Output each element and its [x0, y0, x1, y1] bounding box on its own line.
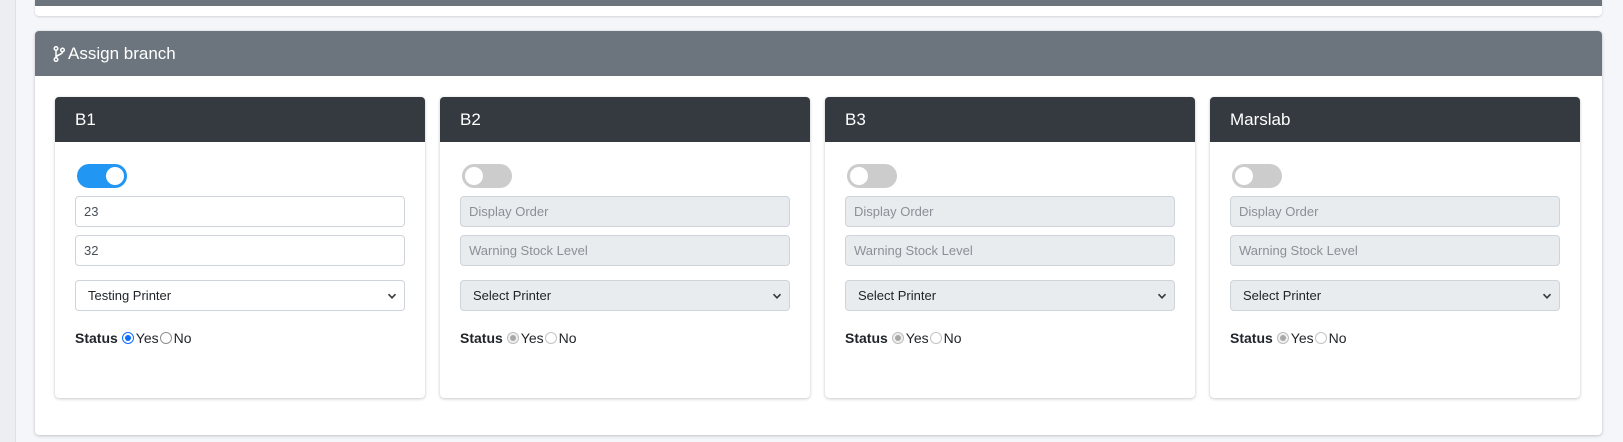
toggle-knob — [850, 167, 868, 185]
printer-select[interactable]: Select Printer — [845, 280, 1175, 311]
status-row: Status Yes No — [845, 330, 1175, 346]
display-order-input[interactable] — [1230, 196, 1560, 227]
status-no-radio[interactable] — [929, 332, 942, 344]
status-yes-label: Yes — [1290, 330, 1314, 346]
status-yes-radio[interactable] — [1276, 332, 1289, 344]
printer-select-value: Select Printer — [460, 280, 790, 311]
status-label: Status — [75, 330, 118, 346]
branch-enable-toggle[interactable] — [77, 164, 127, 188]
branch-name: B1 — [75, 109, 96, 129]
branch-card-b1: B1 Testing Printer Status Yes — [55, 97, 425, 398]
branch-header: B1 — [55, 97, 425, 142]
previous-card-edge — [35, 0, 1602, 16]
status-no-radio[interactable] — [544, 332, 557, 344]
warning-stock-input[interactable] — [845, 235, 1175, 266]
left-gutter — [0, 0, 16, 442]
warning-stock-input[interactable] — [1230, 235, 1560, 266]
display-order-input[interactable] — [845, 196, 1175, 227]
status-yes-radio[interactable] — [121, 332, 134, 344]
status-no-label: No — [558, 330, 577, 346]
status-yes-label: Yes — [905, 330, 929, 346]
printer-select[interactable]: Select Printer — [460, 280, 790, 311]
branch-enable-toggle[interactable] — [847, 164, 897, 188]
chevron-down-icon — [1157, 293, 1167, 299]
printer-select-value: Select Printer — [1230, 280, 1560, 311]
branch-body: Select Printer Status Yes No — [825, 142, 1195, 346]
branch-name: B2 — [460, 109, 481, 129]
status-no-label: No — [1328, 330, 1347, 346]
status-yes-radio[interactable] — [891, 332, 904, 344]
branch-body: Select Printer Status Yes No — [440, 142, 810, 346]
chevron-down-icon — [772, 293, 782, 299]
toggle-knob — [106, 167, 124, 185]
branch-header: B3 — [825, 97, 1195, 142]
status-yes-radio[interactable] — [506, 332, 519, 344]
printer-select[interactable]: Testing Printer — [75, 280, 405, 311]
display-order-input[interactable] — [460, 196, 790, 227]
status-no-label: No — [173, 330, 192, 346]
status-no-radio[interactable] — [1314, 332, 1327, 344]
branch-card-b2: B2 Select Printer Status Yes — [440, 97, 810, 398]
branch-card-marslab: Marslab Select Printer Status Yes — [1210, 97, 1580, 398]
warning-stock-input[interactable] — [75, 235, 405, 266]
assign-branch-header: Assign branch — [35, 31, 1602, 76]
branch-body: Testing Printer Status Yes No — [55, 142, 425, 346]
status-row: Status Yes No — [1230, 330, 1560, 346]
status-label: Status — [1230, 330, 1273, 346]
branch-header: Marslab — [1210, 97, 1580, 142]
status-no-label: No — [943, 330, 962, 346]
printer-select-value: Testing Printer — [75, 280, 405, 311]
status-row: Status Yes No — [75, 330, 405, 346]
warning-stock-input[interactable] — [460, 235, 790, 266]
status-label: Status — [845, 330, 888, 346]
branch-name: B3 — [845, 109, 866, 129]
printer-select-value: Select Printer — [845, 280, 1175, 311]
chevron-down-icon — [387, 293, 397, 299]
branch-header: B2 — [440, 97, 810, 142]
status-label: Status — [460, 330, 503, 346]
status-no-radio[interactable] — [159, 332, 172, 344]
status-yes-label: Yes — [520, 330, 544, 346]
toggle-knob — [465, 167, 483, 185]
chevron-down-icon — [1542, 293, 1552, 299]
section-title: Assign branch — [68, 43, 176, 63]
display-order-input[interactable] — [75, 196, 405, 227]
toggle-knob — [1235, 167, 1253, 185]
status-row: Status Yes No — [460, 330, 790, 346]
assign-branch-card: Assign branch B1 Testing Printer — [35, 31, 1602, 435]
branch-body: Select Printer Status Yes No — [1210, 142, 1580, 346]
code-branch-icon — [53, 45, 65, 62]
printer-select[interactable]: Select Printer — [1230, 280, 1560, 311]
branch-name: Marslab — [1230, 109, 1291, 129]
branch-enable-toggle[interactable] — [1232, 164, 1282, 188]
status-yes-label: Yes — [135, 330, 159, 346]
branch-card-b3: B3 Select Printer Status Yes — [825, 97, 1195, 398]
branch-enable-toggle[interactable] — [462, 164, 512, 188]
previous-card-header — [35, 0, 1602, 6]
